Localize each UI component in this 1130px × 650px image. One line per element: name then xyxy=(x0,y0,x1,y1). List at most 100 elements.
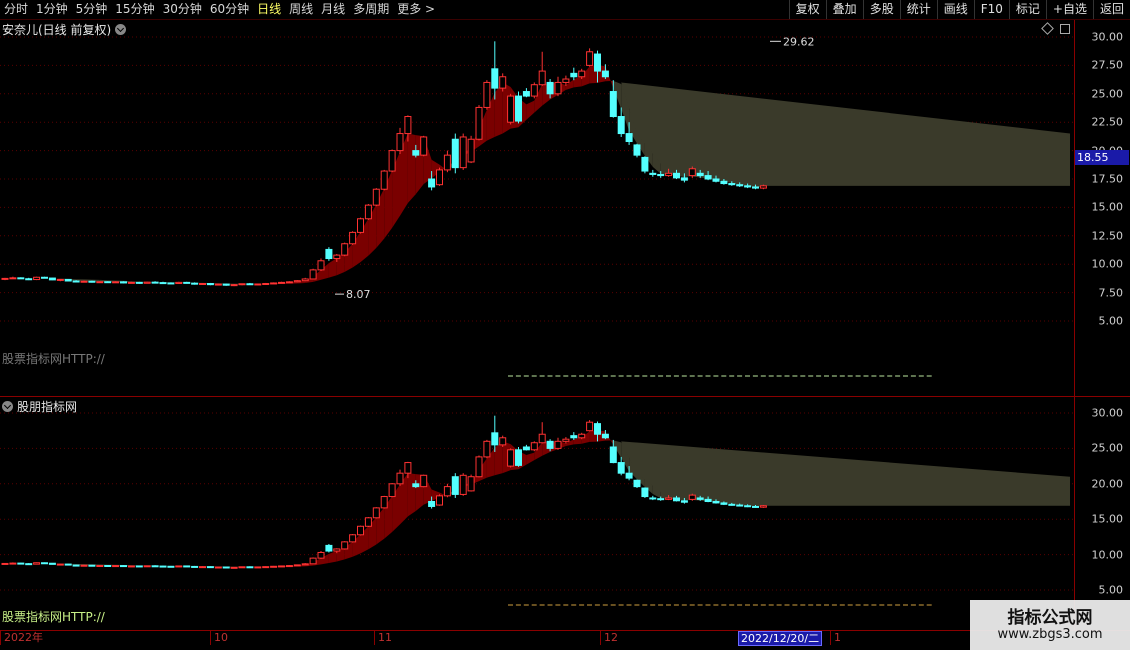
candle-body xyxy=(238,283,246,286)
timeframe-tab[interactable]: 多周期 xyxy=(349,0,393,19)
candle-body xyxy=(372,507,380,519)
candle-body xyxy=(451,476,459,495)
tool-button[interactable]: 复权 xyxy=(788,0,826,19)
timeframe-tab[interactable]: 日线 xyxy=(253,0,285,19)
tool-button[interactable]: 返回 xyxy=(1092,0,1130,19)
candle-body xyxy=(728,503,736,506)
candle-body xyxy=(222,283,230,286)
candle-body xyxy=(609,446,617,464)
candle-body xyxy=(33,276,41,281)
axis-tick-label: 27.50 xyxy=(1091,58,1124,72)
candle-body xyxy=(175,565,183,568)
candle-body xyxy=(80,280,88,283)
candle-body xyxy=(712,501,720,504)
timeframe-tab[interactable]: 1分钟 xyxy=(32,0,72,19)
timeframe-tab[interactable]: 30分钟 xyxy=(159,0,206,19)
candle-body xyxy=(206,283,214,286)
candle-body xyxy=(175,281,183,285)
candle-body xyxy=(309,269,317,280)
candle-body xyxy=(412,150,420,156)
candle-body xyxy=(112,281,120,284)
tool-button[interactable]: 统计 xyxy=(899,0,937,19)
candle-body xyxy=(759,185,767,189)
timeframe-tab[interactable]: 分时 xyxy=(0,0,32,19)
timeframe-tab[interactable]: 月线 xyxy=(317,0,349,19)
candle-body xyxy=(56,278,64,281)
candle-body xyxy=(293,280,301,283)
candle-body xyxy=(301,278,309,282)
candle-body xyxy=(744,185,752,188)
candle-body xyxy=(428,501,436,507)
candle-body xyxy=(278,281,285,284)
candle-body xyxy=(752,186,759,189)
candle-body xyxy=(333,254,341,260)
candle-body xyxy=(491,432,499,446)
candle-body xyxy=(388,483,396,498)
candle-body xyxy=(459,136,467,169)
candle-body xyxy=(617,462,625,474)
trend-band xyxy=(526,100,535,120)
candle-body xyxy=(9,277,17,280)
candle-body xyxy=(357,218,364,233)
candle-body xyxy=(135,565,143,568)
candle-body xyxy=(515,95,522,122)
main-price-axis: 30.0027.5025.0022.5020.0017.5015.0012.50… xyxy=(1074,20,1130,396)
trend-band xyxy=(605,66,614,89)
tool-button[interactable]: 标记 xyxy=(1008,0,1046,19)
timeframe-tab[interactable]: 周线 xyxy=(285,0,317,19)
candle-body xyxy=(17,277,25,280)
candle-body xyxy=(88,280,96,283)
trend-band xyxy=(407,473,416,517)
tool-button[interactable]: 多股 xyxy=(862,0,900,19)
candle-body xyxy=(72,564,80,567)
candle-body xyxy=(688,494,696,500)
candle-body xyxy=(491,68,499,89)
candle-body xyxy=(333,548,341,552)
timeframe-tab[interactable]: 60分钟 xyxy=(206,0,253,19)
axis-tick-label: 30.00 xyxy=(1091,30,1124,44)
candle-body xyxy=(546,81,554,95)
candle-body xyxy=(633,144,641,156)
candle-body xyxy=(96,281,104,284)
tool-button[interactable]: 画线 xyxy=(936,0,974,19)
tool-button[interactable]: F10 xyxy=(973,0,1009,19)
candle-body xyxy=(222,566,230,569)
timeframe-tab[interactable]: 15分钟 xyxy=(111,0,158,19)
candle-body xyxy=(309,557,317,565)
candle-body xyxy=(436,495,443,506)
candle-body xyxy=(135,281,143,284)
candle-body xyxy=(285,281,293,284)
axis-tick-label: 22.50 xyxy=(1091,115,1124,129)
candle-body xyxy=(586,51,594,66)
candle-body xyxy=(127,565,135,568)
candle-body xyxy=(522,446,530,451)
candle-body xyxy=(199,283,206,286)
candle-body xyxy=(665,172,673,177)
candle-body xyxy=(214,566,222,569)
tool-button[interactable]: 叠加 xyxy=(825,0,863,19)
candle-body xyxy=(206,566,214,569)
candle-body xyxy=(704,498,712,502)
candle-body xyxy=(151,565,159,568)
candle-body xyxy=(436,169,443,186)
candle-body xyxy=(451,138,459,169)
candle-body xyxy=(191,282,199,285)
candle-body xyxy=(230,566,238,569)
tool-button[interactable]: +自选 xyxy=(1045,0,1093,19)
main-candlestick-chart[interactable]: 29.62 8.07 xyxy=(0,20,1074,396)
timeframe-tab[interactable]: 5分钟 xyxy=(72,0,112,19)
date-axis: 2022年 10 11 12 2022/12/20/二 1 xyxy=(0,630,1074,650)
candle-body xyxy=(736,184,744,187)
candle-body xyxy=(736,504,744,507)
candle-body xyxy=(570,435,578,439)
timeframe-tab[interactable]: 更多 > xyxy=(393,0,439,19)
sub-candlestick-chart[interactable] xyxy=(0,397,1074,630)
candle-body xyxy=(270,565,278,568)
candle-body xyxy=(649,172,657,175)
candle-body xyxy=(522,91,530,97)
candle-body xyxy=(625,133,633,143)
candle-body xyxy=(412,483,420,488)
candle-body xyxy=(404,462,412,474)
candle-body xyxy=(507,95,515,123)
candle-body xyxy=(396,133,404,152)
